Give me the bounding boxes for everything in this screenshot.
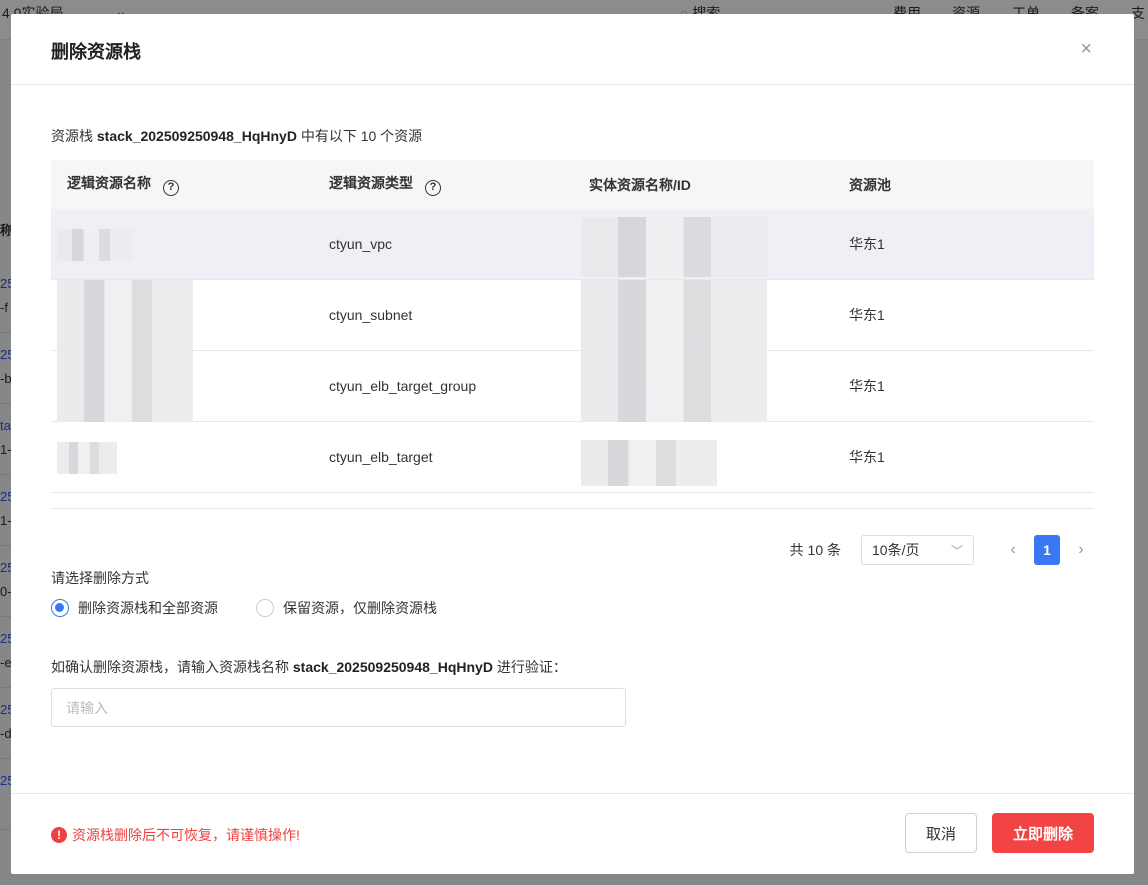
page-size-value: 10条/页	[872, 542, 920, 558]
radio-checked-icon	[51, 599, 69, 617]
physical-id-redacted	[575, 351, 835, 422]
confirm-instruction: 如确认删除资源栈，请输入资源栈名称 stack_202509250948_HqH…	[51, 657, 567, 677]
radio-keep-resources[interactable]: 保留资源，仅删除资源栈	[256, 598, 437, 618]
logical-name-redacted	[51, 209, 315, 279]
delete-now-button[interactable]: 立即删除	[992, 813, 1094, 853]
warning-icon: !	[51, 827, 67, 843]
logical-name-redacted	[51, 351, 315, 422]
close-icon[interactable]: ×	[1080, 38, 1092, 60]
total-count: 共 10 条	[789, 542, 841, 558]
logical-type: ctyun_vpc	[329, 236, 393, 252]
logical-name-redacted	[51, 422, 315, 492]
confirm-stack-name: stack_202509250948_HqHnyD	[292, 659, 493, 675]
physical-id-redacted	[575, 422, 835, 492]
radio-label: 保留资源，仅删除资源栈	[283, 600, 437, 616]
confirm-suffix: 进行验证：	[492, 659, 567, 675]
dialog-header: 删除资源栈 ×	[11, 14, 1134, 85]
delete-mode-label: 请选择删除方式	[51, 570, 149, 586]
cancel-button[interactable]: 取消	[905, 813, 977, 853]
page-size-select[interactable]: 10条/页 ﹀	[861, 535, 974, 565]
help-icon[interactable]: ?	[163, 180, 179, 196]
logical-type: ctyun_elb_target_group	[329, 378, 477, 394]
table-row: ctyun_vpc 华东1	[51, 209, 1094, 280]
pool: 华东1	[849, 307, 885, 323]
dialog-footer: ! 资源栈删除后不可恢复，请谨慎操作! 取消 立即删除	[11, 793, 1134, 874]
radio-unchecked-icon	[256, 599, 274, 617]
physical-id-redacted	[575, 209, 835, 279]
logical-type: ctyun_elb_target	[329, 449, 433, 465]
help-icon[interactable]: ?	[425, 180, 441, 196]
stack-name: stack_202509250948_HqHnyD	[96, 128, 297, 144]
next-page-icon[interactable]: ›	[1068, 541, 1094, 559]
intro-suffix: 中有以下 10 个资源	[296, 128, 423, 144]
logical-type: ctyun_subnet	[329, 307, 413, 323]
table-row: ctyun_elb_target 华东1	[51, 422, 1094, 493]
physical-id-redacted	[575, 280, 835, 351]
stack-name-input[interactable]	[51, 688, 626, 727]
table-row: ctyun_elb_target_group 华东1	[51, 351, 1094, 422]
warning-text: 资源栈删除后不可恢复，请谨慎操作!	[72, 827, 300, 843]
resource-table: 逻辑资源名称? 逻辑资源类型? 实体资源名称/ID 资源池 ctyun_vpc …	[51, 160, 1094, 509]
page-1-button[interactable]: 1	[1034, 535, 1060, 565]
col-label: 逻辑资源类型	[329, 175, 413, 191]
radio-delete-all[interactable]: 删除资源栈和全部资源	[51, 598, 218, 618]
table-row: ctyun_subnet 华东1	[51, 280, 1094, 351]
prev-page-icon[interactable]: ‹	[1000, 541, 1026, 559]
intro-prefix: 资源栈	[51, 128, 97, 144]
delete-mode-group: 删除资源栈和全部资源 保留资源，仅删除资源栈	[51, 598, 437, 618]
pagination: 共 10 条 10条/页 ﹀ ‹ 1 ›	[790, 535, 1094, 565]
logical-name-redacted	[51, 280, 315, 351]
col-logical-type: 逻辑资源类型?	[315, 173, 575, 196]
warning-message: ! 资源栈删除后不可恢复，请谨慎操作!	[51, 825, 300, 845]
stack-intro: 资源栈 stack_202509250948_HqHnyD 中有以下 10 个资…	[51, 126, 422, 146]
pool: 华东1	[849, 236, 885, 252]
col-physical-id: 实体资源名称/ID	[589, 176, 691, 193]
chevron-down-icon: ﹀	[950, 543, 963, 558]
table-header: 逻辑资源名称? 逻辑资源类型? 实体资源名称/ID 资源池	[51, 160, 1094, 209]
pool: 华东1	[849, 378, 885, 394]
pool: 华东1	[849, 449, 885, 465]
col-pool: 资源池	[849, 176, 891, 193]
dialog-title: 删除资源栈	[51, 42, 141, 62]
col-label: 逻辑资源名称	[67, 175, 151, 191]
confirm-prefix: 如确认删除资源栈，请输入资源栈名称	[51, 659, 293, 675]
delete-stack-dialog: 删除资源栈 × 资源栈 stack_202509250948_HqHnyD 中有…	[11, 14, 1134, 874]
radio-label: 删除资源栈和全部资源	[78, 600, 218, 616]
table-scroll-area[interactable]	[51, 493, 1094, 509]
col-logical-name: 逻辑资源名称?	[51, 173, 315, 196]
